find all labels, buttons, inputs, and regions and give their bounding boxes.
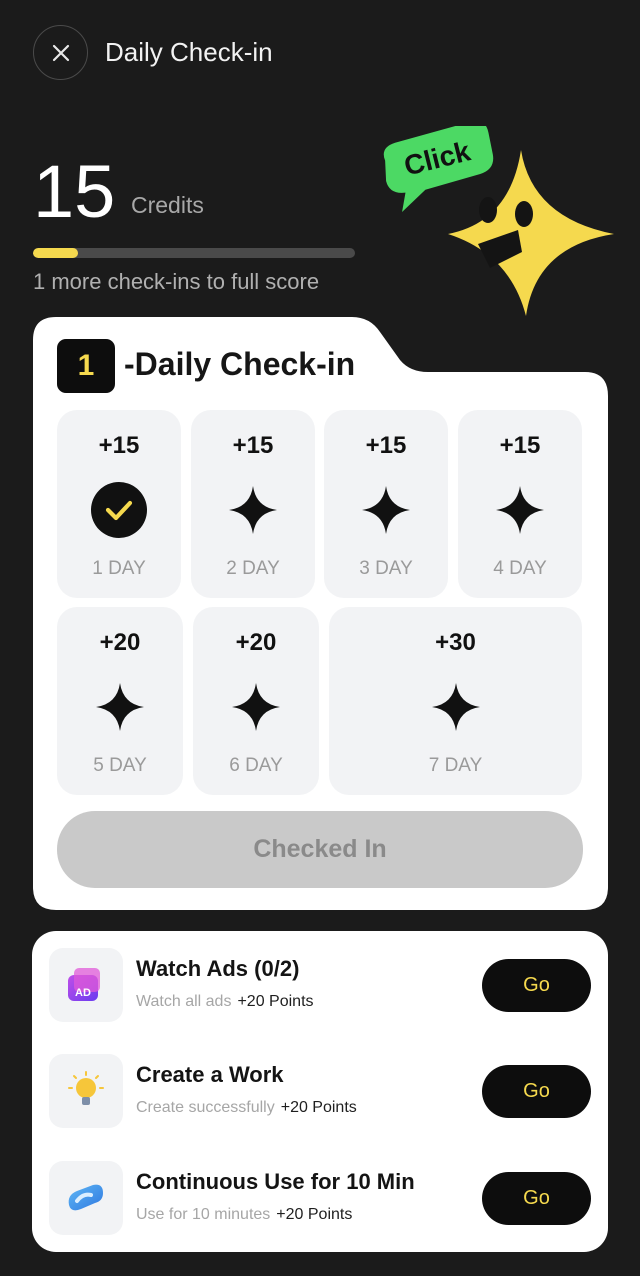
task-points: +20 Points xyxy=(237,993,314,1010)
checkin-card-title: -Daily Check-in xyxy=(124,346,356,382)
day-label: 3 DAY xyxy=(359,558,413,579)
day-points: +20 xyxy=(235,629,277,656)
day-label: 5 DAY xyxy=(93,755,147,776)
tasks-card: AD Watch Ads (0/2) Watch all ads +20 Poin… xyxy=(32,931,608,1252)
header: Daily Check-in xyxy=(0,0,640,106)
sparkle-icon xyxy=(358,482,414,538)
day-tile-1[interactable]: +15 1 DAY xyxy=(57,410,181,598)
day-label: 2 DAY xyxy=(226,558,280,579)
sparkle-icon xyxy=(92,679,148,735)
task-subtitle: Use for 10 minutes +20 Points xyxy=(136,1206,353,1223)
task-row-watch-ads: AD Watch Ads (0/2) Watch all ads +20 Poin… xyxy=(32,948,608,1028)
task-subtitle: Create successfully +20 Points xyxy=(136,1099,357,1116)
day-points: +30 xyxy=(435,629,476,656)
continuous-use-go-button[interactable]: Go xyxy=(482,1172,591,1225)
day-points: +15 xyxy=(98,432,140,459)
day-points: +15 xyxy=(365,432,407,459)
day-tile-2[interactable]: +15 2 DAY xyxy=(191,410,315,598)
day-points: +20 xyxy=(99,629,141,656)
day-tile-5[interactable]: +20 5 DAY xyxy=(57,607,183,795)
day-tile-6[interactable]: +20 6 DAY xyxy=(193,607,319,795)
checkin-progress-bar xyxy=(33,248,355,258)
create-work-go-button[interactable]: Go xyxy=(482,1065,591,1118)
day-label: 4 DAY xyxy=(493,558,547,579)
day-points: +15 xyxy=(499,432,541,459)
mascot-star-illustration[interactable]: Click xyxy=(376,121,620,326)
checkmark-icon xyxy=(91,482,147,538)
credits-label: Credits xyxy=(131,192,204,218)
daily-checkin-card: 1 -Daily Check-in +15 1 DAY +15 2 DAY +1… xyxy=(32,316,609,911)
page-title: Daily Check-in xyxy=(105,37,273,67)
checkin-progress-fill xyxy=(33,248,79,258)
day-label: 1 DAY xyxy=(92,558,146,579)
sparkle-icon xyxy=(492,482,548,538)
day-label: 6 DAY xyxy=(229,755,283,776)
task-title: Create a Work xyxy=(136,1062,284,1087)
progress-caption: 1 more check-ins to full score xyxy=(33,269,320,294)
infinity-icon xyxy=(49,1161,123,1235)
sparkle-icon xyxy=(228,679,284,735)
day-points: +15 xyxy=(232,432,274,459)
close-button[interactable] xyxy=(33,25,88,80)
credits-value: 15 xyxy=(33,150,116,233)
task-title: Continuous Use for 10 Min xyxy=(136,1169,415,1194)
day-label: 7 DAY xyxy=(428,755,483,776)
task-points: +20 Points xyxy=(276,1206,353,1223)
checked-in-button[interactable]: Checked In xyxy=(57,811,583,888)
svg-text:AD: AD xyxy=(75,987,91,999)
streak-count-badge: 1 xyxy=(57,339,115,393)
task-subtitle: Watch all ads +20 Points xyxy=(136,993,314,1010)
task-title: Watch Ads (0/2) xyxy=(136,956,300,981)
lightbulb-icon xyxy=(49,1054,123,1128)
watch-ads-go-button[interactable]: Go xyxy=(482,959,591,1012)
day-tile-3[interactable]: +15 3 DAY xyxy=(324,410,448,598)
task-row-continuous-use: Continuous Use for 10 Min Use for 10 min… xyxy=(32,1161,608,1241)
task-points: +20 Points xyxy=(280,1099,357,1116)
ad-video-icon: AD xyxy=(49,948,123,1022)
sparkle-icon xyxy=(225,482,281,538)
day-tile-4[interactable]: +15 4 DAY xyxy=(458,410,582,598)
sparkle-icon xyxy=(428,679,484,735)
day-tile-7[interactable]: +30 7 DAY xyxy=(329,607,582,795)
task-row-create-work: Create a Work Create successfully +20 Poi… xyxy=(32,1054,608,1134)
close-icon xyxy=(52,44,69,61)
